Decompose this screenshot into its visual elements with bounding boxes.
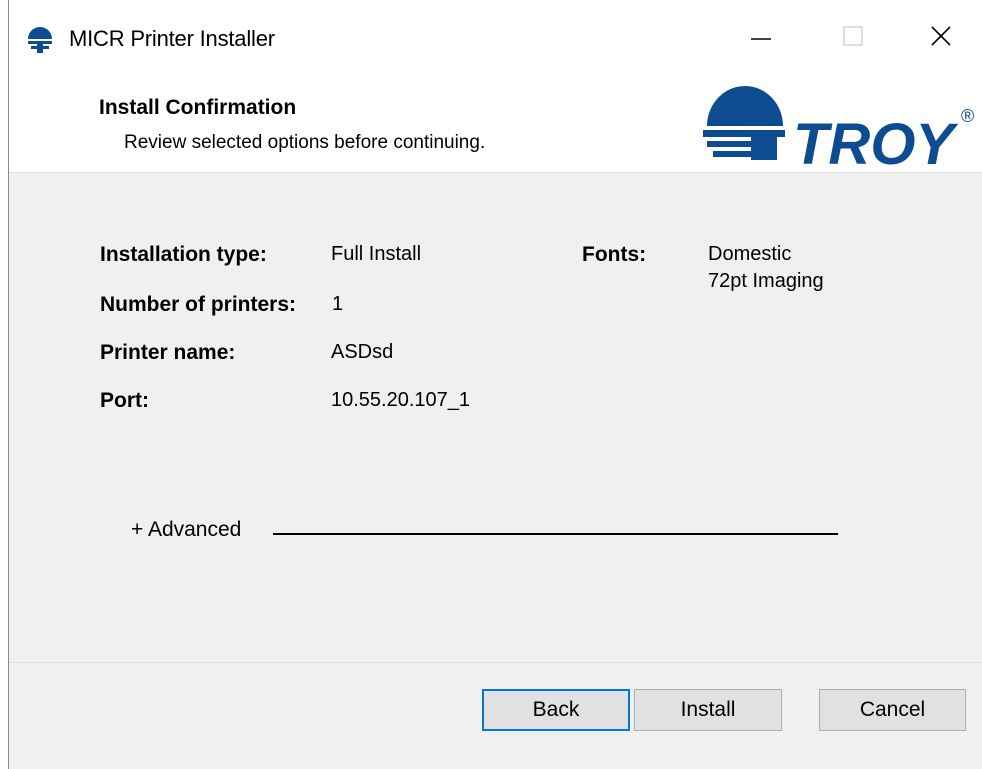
minimize-icon (751, 38, 771, 40)
printer-name-label: Printer name: (100, 341, 236, 364)
minimize-button[interactable] (715, 0, 807, 72)
close-icon (931, 26, 951, 46)
troy-globe-icon (28, 27, 52, 53)
install-button[interactable]: Install (634, 689, 782, 731)
printer-name-value: ASDsd (331, 341, 394, 363)
number-of-printers-value: 1 (332, 293, 344, 315)
window-title: MICR Printer Installer (69, 26, 275, 51)
footer-separator (9, 662, 982, 663)
advanced-expander[interactable]: + Advanced (131, 518, 241, 542)
maximize-button[interactable] (807, 0, 899, 72)
summary-panel: Installation type: Full Install Number o… (9, 173, 982, 663)
page-subtitle: Review selected options before continuin… (124, 132, 486, 153)
title-bar: MICR Printer Installer (9, 0, 982, 72)
cancel-button[interactable]: Cancel (819, 689, 966, 731)
wizard-header: Install Confirmation Review selected opt… (9, 72, 982, 173)
back-button[interactable]: Back (482, 689, 630, 731)
close-button[interactable] (899, 0, 982, 72)
logo-text: TROY (793, 112, 959, 168)
installation-type-value: Full Install (331, 243, 422, 265)
port-label: Port: (100, 389, 149, 412)
installer-window: MICR Printer Installer Install Confirmat… (8, 0, 982, 769)
page-title: Install Confirmation (99, 96, 297, 119)
fonts-value-2: 72pt Imaging (708, 270, 824, 292)
port-value: 10.55.20.107_1 (331, 389, 471, 411)
number-of-printers-label: Number of printers: (100, 293, 297, 316)
maximize-icon (843, 26, 863, 46)
fonts-label: Fonts: (582, 243, 647, 266)
advanced-divider (273, 533, 838, 535)
registered-mark: ® (961, 106, 974, 126)
troy-logo: TROY ® (703, 86, 974, 168)
installation-type-label: Installation type: (100, 243, 267, 266)
fonts-value-1: Domestic (708, 243, 792, 265)
